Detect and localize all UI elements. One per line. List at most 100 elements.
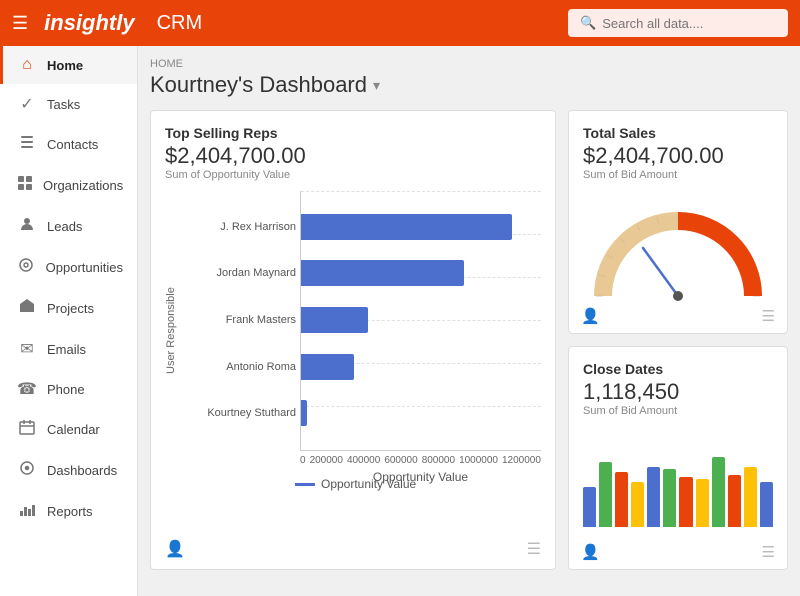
dashboard-row: Top Selling Reps $2,404,700.00 Sum of Op… [150,110,788,570]
x-label-6: 1200000 [502,455,541,466]
bar-row-jordan: Jordan Maynard [301,258,541,288]
gauge-chart [583,191,773,311]
total-sales-value: $2,404,700.00 [583,143,773,169]
close-dates-menu-icon[interactable]: ☰ [762,543,775,561]
sidebar-item-tasks[interactable]: ✓ Tasks [0,84,137,124]
leads-icon [17,216,37,237]
left-panel-footer: 👤 ☰ [165,539,541,559]
bar-antonio [301,354,354,380]
bar-label-frank: Frank Masters [186,314,296,326]
sidebar: ⌂ Home ✓ Tasks Contacts Organizations Le… [0,46,138,596]
page-title-dropdown-icon[interactable]: ▾ [373,77,380,94]
sidebar-item-opportunities[interactable]: Opportunities [0,247,137,288]
breadcrumb: HOME [150,58,788,70]
emails-icon: ✉ [17,339,37,359]
sidebar-label-tasks: Tasks [47,97,80,112]
bar-row-antonio: Antonio Roma [301,352,541,382]
sidebar-item-dashboards[interactable]: Dashboards [0,450,137,491]
close-dates-bar [647,467,660,527]
calendar-icon [17,419,37,440]
close-dates-bar [712,457,725,527]
sidebar-label-projects: Projects [47,301,94,316]
bar-rex [301,214,512,240]
close-dates-bar [696,479,709,527]
x-label-4: 800000 [422,455,455,466]
reports-icon [17,501,37,522]
app-title: CRM [157,12,203,35]
close-dates-value: 1,118,450 [583,379,773,405]
y-axis-label: User Responsible [165,191,181,471]
x-label-5: 1000000 [459,455,498,466]
close-dates-panel: Close Dates 1,118,450 Sum of Bid Amount … [568,346,788,570]
x-label-0: 0 [300,455,306,466]
sidebar-item-projects[interactable]: Projects [0,288,137,329]
sidebar-label-leads: Leads [47,219,82,234]
page-title: Kourtney's Dashboard ▾ [150,72,788,98]
bar-label-antonio: Antonio Roma [186,361,296,373]
total-sales-user-icon[interactable]: 👤 [581,307,600,325]
sidebar-item-phone[interactable]: ☎ Phone [0,369,137,409]
close-dates-bar [615,472,628,527]
right-panels: Total Sales $2,404,700.00 Sum of Bid Amo… [568,110,788,570]
close-dates-bar [599,462,612,527]
close-dates-bar [583,487,596,527]
hamburger-icon[interactable]: ☰ [12,13,28,34]
left-panel-subtitle: Sum of Opportunity Value [165,169,541,181]
sidebar-item-reports[interactable]: Reports [0,491,137,532]
top-navigation: ☰ insightly CRM 🔍 [0,0,800,46]
close-dates-bar [663,469,676,527]
sidebar-item-emails[interactable]: ✉ Emails [0,329,137,369]
contacts-icon [17,134,37,155]
organizations-icon [17,175,33,196]
main-layout: ⌂ Home ✓ Tasks Contacts Organizations Le… [0,46,800,596]
sidebar-label-reports: Reports [47,504,93,519]
tasks-icon: ✓ [17,94,37,114]
sidebar-label-phone: Phone [47,382,85,397]
close-dates-user-icon[interactable]: 👤 [581,543,600,561]
close-dates-bar [679,477,692,527]
home-icon: ⌂ [17,56,37,74]
x-label-1: 200000 [310,455,343,466]
logo: insightly [44,10,134,36]
total-sales-subtitle: Sum of Bid Amount [583,169,773,181]
close-dates-bar [631,482,644,527]
sidebar-label-home: Home [47,58,83,73]
bar-frank [301,307,368,333]
left-panel-menu-icon[interactable]: ☰ [527,539,541,559]
sidebar-item-contacts[interactable]: Contacts [0,124,137,165]
bar-label-rex: J. Rex Harrison [186,221,296,233]
sidebar-label-dashboards: Dashboards [47,463,117,478]
close-dates-subtitle: Sum of Bid Amount [583,405,773,417]
close-dates-title: Close Dates [583,361,773,377]
search-icon: 🔍 [580,15,596,31]
sidebar-item-leads[interactable]: Leads [0,206,137,247]
x-axis-title: Opportunity Value [300,470,541,484]
left-panel-user-icon[interactable]: 👤 [165,539,185,559]
content-area: HOME Kourtney's Dashboard ▾ Top Selling … [138,46,800,596]
bar-jordan [301,260,464,286]
sidebar-item-calendar[interactable]: Calendar [0,409,137,450]
total-sales-menu-icon[interactable]: ☰ [762,307,775,325]
close-dates-chart [583,427,773,527]
search-input[interactable] [602,16,778,31]
search-bar[interactable]: 🔍 [568,9,788,37]
bar-label-jordan: Jordan Maynard [186,267,296,279]
phone-icon: ☎ [17,379,37,399]
sidebar-item-home[interactable]: ⌂ Home [0,46,137,84]
sidebar-item-organizations[interactable]: Organizations [0,165,137,206]
sidebar-label-contacts: Contacts [47,137,98,152]
sidebar-label-opportunities: Opportunities [46,260,123,275]
left-panel-value: $2,404,700.00 [165,143,541,169]
x-label-2: 400000 [347,455,380,466]
close-dates-footer: 👤 ☰ [581,543,775,561]
sidebar-label-emails: Emails [47,342,86,357]
bar-row-rex: J. Rex Harrison [301,212,541,242]
total-sales-title: Total Sales [583,125,773,141]
bar-label-kourtney: Kourtney Stuthard [186,407,296,419]
bar-row-frank: Frank Masters [301,305,541,335]
bar-kourtney [301,400,307,426]
close-dates-bar [760,482,773,527]
left-panel-title: Top Selling Reps [165,125,541,141]
sidebar-label-organizations: Organizations [43,178,123,193]
projects-icon [17,298,37,319]
